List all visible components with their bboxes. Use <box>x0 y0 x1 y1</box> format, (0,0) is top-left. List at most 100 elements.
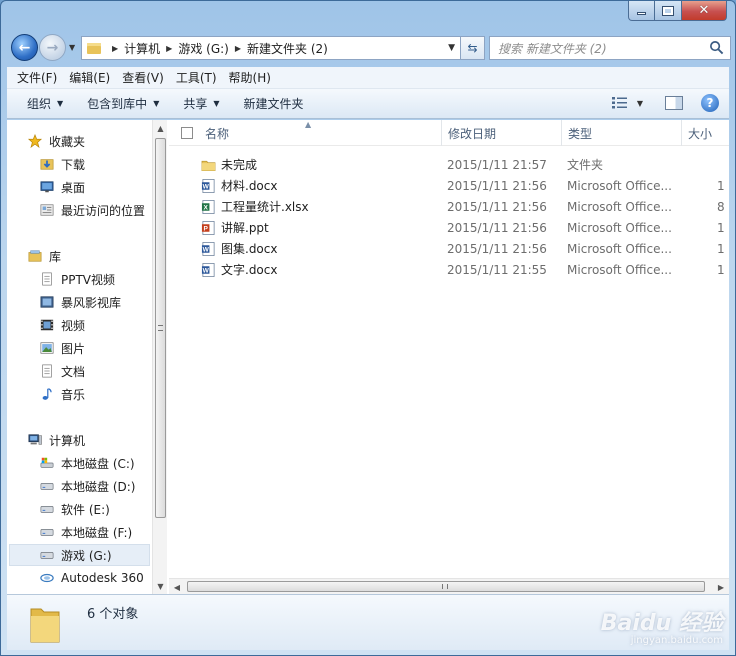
menu-tools[interactable]: 工具(T) <box>170 69 223 86</box>
file-row[interactable]: P 讲解.ppt 2015/1/11 21:56 Microsoft Offic… <box>169 217 729 238</box>
nav-computer-header[interactable]: 计算机 <box>27 429 152 451</box>
breadcrumb-computer[interactable]: 计算机 <box>124 40 160 57</box>
file-type: Microsoft Office... <box>567 220 672 235</box>
include-in-library-button[interactable]: 包含到库中 ▼ <box>75 95 171 112</box>
video-library-icon <box>40 296 54 308</box>
details-pane: 6 个对象 Baidu 经验 jingyan.baidu.com <box>7 594 729 650</box>
recent-places-icon <box>40 204 54 216</box>
explorer-window: ✕ ← → ▼ ▶ 计算机 ▶ 游戏 (G:) ▶ 新建文件夹 (2) ▼ ⇆ … <box>0 0 736 656</box>
file-date: 2015/1/11 21:56 <box>447 220 547 235</box>
share-button[interactable]: 共享 ▼ <box>171 95 231 112</box>
menu-file[interactable]: 文件(F) <box>11 69 63 86</box>
scrollbar-thumb[interactable] <box>155 138 166 518</box>
nav-libraries-header[interactable]: 库 <box>27 245 152 267</box>
nav-item-drive-d[interactable]: 本地磁盘 (D:) <box>39 475 152 497</box>
word-icon: W <box>201 241 215 256</box>
nav-label: 视频 <box>61 318 86 333</box>
word-icon: W <box>201 262 215 277</box>
nav-item-downloads[interactable]: 下载 <box>39 153 152 175</box>
chevron-right-icon[interactable]: ▶ <box>235 44 241 53</box>
file-row[interactable]: W 材料.docx 2015/1/11 21:56 Microsoft Offi… <box>169 175 729 196</box>
file-row[interactable]: 未完成 2015/1/11 21:57 文件夹 <box>169 154 729 175</box>
nav-item-recent-places[interactable]: 最近访问的位置 <box>39 199 152 221</box>
menu-view[interactable]: 查看(V) <box>116 69 170 86</box>
svg-text:W: W <box>203 246 210 253</box>
nav-item-pptv-video[interactable]: PPTV视频 <box>39 268 152 290</box>
pictures-icon <box>40 342 54 354</box>
minimize-button[interactable] <box>628 1 655 21</box>
music-note-icon <box>42 388 52 400</box>
downloads-folder-icon <box>40 159 54 170</box>
view-options-dropdown[interactable]: ▼ <box>637 99 643 108</box>
content-area: 收藏夹 下载 桌面 最近访问的位置 库 PPTV视频 暴风影视库 视频 图片 文… <box>7 120 729 594</box>
navigation-scrollbar[interactable]: ▲ ▼ <box>152 120 167 594</box>
nav-item-documents[interactable]: 文档 <box>39 360 152 382</box>
file-type: Microsoft Office... <box>567 199 672 214</box>
scroll-up-arrow-icon[interactable]: ▲ <box>153 120 168 136</box>
column-header-type[interactable]: 类型 <box>561 120 681 146</box>
nav-item-drive-f[interactable]: 本地磁盘 (F:) <box>39 521 152 543</box>
select-all-checkbox[interactable] <box>181 127 193 139</box>
recent-pages-dropdown[interactable]: ▼ <box>69 43 75 52</box>
close-button[interactable]: ✕ <box>682 1 727 21</box>
refresh-button[interactable]: ⇆ <box>461 36 485 60</box>
menu-edit[interactable]: 编辑(E) <box>63 69 116 86</box>
grip-icon <box>158 325 163 331</box>
column-header-size[interactable]: 大小 <box>681 120 731 146</box>
nav-item-drive-g[interactable]: 游戏 (G:) <box>9 544 150 566</box>
nav-item-drive-c[interactable]: 本地磁盘 (C:) <box>39 452 152 474</box>
address-dropdown-button[interactable]: ▼ <box>448 43 455 53</box>
file-type: Microsoft Office... <box>567 178 672 193</box>
header-label: 修改日期 <box>448 126 497 141</box>
file-size <box>717 154 729 175</box>
back-button[interactable]: ← <box>11 34 38 61</box>
nav-item-baofeng-library[interactable]: 暴风影视库 <box>39 291 152 313</box>
scrollbar-thumb[interactable] <box>187 581 705 592</box>
preview-pane-icon[interactable] <box>665 96 683 110</box>
menu-help[interactable]: 帮助(H) <box>223 69 277 86</box>
refresh-icon: ⇆ <box>467 41 478 55</box>
new-folder-button[interactable]: 新建文件夹 <box>232 95 316 112</box>
scroll-right-arrow-icon[interactable]: ▶ <box>713 579 729 595</box>
change-view-icon[interactable] <box>611 96 629 110</box>
header-label: 类型 <box>568 126 593 141</box>
nav-label: 游戏 (G:) <box>61 548 112 563</box>
nav-item-pictures[interactable]: 图片 <box>39 337 152 359</box>
nav-item-autodesk-360[interactable]: Autodesk 360 <box>39 567 152 589</box>
nav-item-music[interactable]: 音乐 <box>39 383 152 405</box>
file-name-cell: P 讲解.ppt <box>201 217 441 238</box>
breadcrumb-current-folder[interactable]: 新建文件夹 (2) <box>247 40 328 57</box>
nav-label: 音乐 <box>61 387 86 402</box>
organize-button[interactable]: 组织 ▼ <box>15 95 75 112</box>
column-header-name[interactable]: 名称 <box>199 120 441 146</box>
scroll-left-arrow-icon[interactable]: ◀ <box>169 579 185 595</box>
nav-item-drive-e[interactable]: 软件 (E:) <box>39 498 152 520</box>
help-icon[interactable]: ? <box>701 94 719 112</box>
forward-button[interactable]: → <box>39 34 66 61</box>
watermark-url: jingyan.baidu.com <box>630 635 723 646</box>
address-bar[interactable]: ▶ 计算机 ▶ 游戏 (G:) ▶ 新建文件夹 (2) ▼ <box>81 36 461 60</box>
search-icon[interactable] <box>709 40 724 55</box>
file-row[interactable]: W 图集.docx 2015/1/11 21:56 Microsoft Offi… <box>169 238 729 259</box>
svg-text:X: X <box>204 204 209 211</box>
nav-favorites-header[interactable]: 收藏夹 <box>27 130 152 152</box>
file-date: 2015/1/11 21:57 <box>447 157 547 172</box>
maximize-button[interactable] <box>655 1 682 21</box>
chevron-down-icon: ▼ <box>57 99 64 108</box>
chevron-right-icon[interactable]: ▶ <box>166 44 172 53</box>
column-header-date[interactable]: 修改日期 <box>441 120 561 146</box>
horizontal-scrollbar[interactable]: ◀ ▶ <box>169 578 729 594</box>
scroll-down-arrow-icon[interactable]: ▼ <box>153 578 168 594</box>
nav-label: 本地磁盘 (F:) <box>61 525 133 540</box>
folder-icon <box>201 160 216 171</box>
file-row[interactable]: W 文字.docx 2015/1/11 21:55 Microsoft Offi… <box>169 259 729 280</box>
chevron-right-icon[interactable]: ▶ <box>112 44 118 53</box>
folder-icon <box>30 608 60 643</box>
breadcrumb-drive-g[interactable]: 游戏 (G:) <box>178 40 229 57</box>
file-row[interactable]: X 工程量统计.xlsx 2015/1/11 21:56 Microsoft O… <box>169 196 729 217</box>
folder-icon <box>87 42 101 54</box>
nav-item-videos[interactable]: 视频 <box>39 314 152 336</box>
nav-item-desktop[interactable]: 桌面 <box>39 176 152 198</box>
file-list-pane: ▲ 名称 修改日期 类型 大小 未完成 2015/1/11 21:57 文件夹 … <box>169 120 729 594</box>
search-input[interactable]: 搜索 新建文件夹 (2) <box>489 36 731 60</box>
